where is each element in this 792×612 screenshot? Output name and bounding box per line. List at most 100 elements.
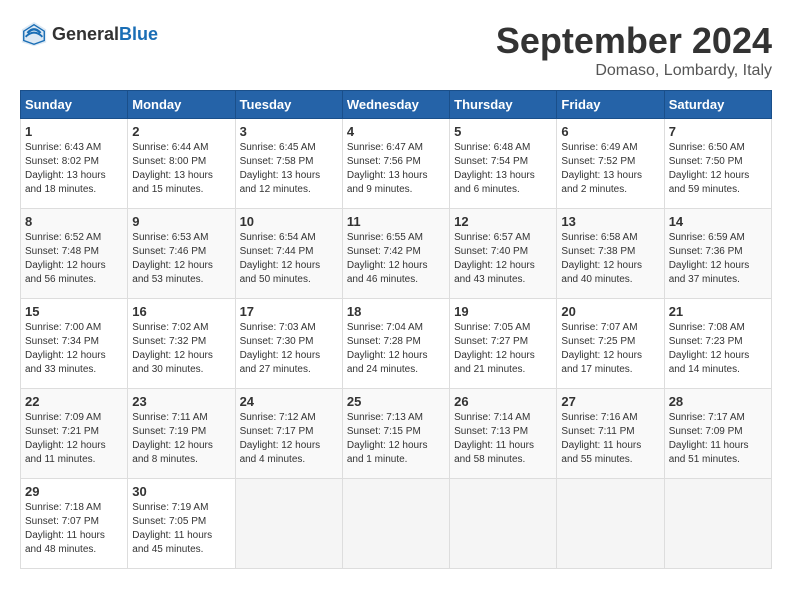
day-info: Sunrise: 7:11 AMSunset: 7:19 PMDaylight:… xyxy=(132,412,213,465)
day-number: 19 xyxy=(454,304,552,319)
day-info: Sunrise: 6:52 AMSunset: 7:48 PMDaylight:… xyxy=(25,232,106,285)
day-number: 15 xyxy=(25,304,123,319)
day-number: 29 xyxy=(25,484,123,499)
calendar-day: 27 Sunrise: 7:16 AMSunset: 7:11 PMDaylig… xyxy=(557,389,664,479)
day-info: Sunrise: 6:53 AMSunset: 7:46 PMDaylight:… xyxy=(132,232,213,285)
day-number: 5 xyxy=(454,124,552,139)
month-title: September 2024 xyxy=(496,20,772,62)
calendar-day: 9 Sunrise: 6:53 AMSunset: 7:46 PMDayligh… xyxy=(128,209,235,299)
header-wednesday: Wednesday xyxy=(342,91,449,119)
logo-blue: Blue xyxy=(119,24,158,44)
calendar-day: 15 Sunrise: 7:00 AMSunset: 7:34 PMDaylig… xyxy=(21,299,128,389)
day-number: 11 xyxy=(347,214,445,229)
calendar-day: 22 Sunrise: 7:09 AMSunset: 7:21 PMDaylig… xyxy=(21,389,128,479)
logo-wordmark: GeneralBlue xyxy=(52,24,158,45)
day-number: 13 xyxy=(561,214,659,229)
day-number: 8 xyxy=(25,214,123,229)
title-area: September 2024 Domaso, Lombardy, Italy xyxy=(496,20,772,80)
day-number: 10 xyxy=(240,214,338,229)
day-number: 3 xyxy=(240,124,338,139)
day-info: Sunrise: 7:03 AMSunset: 7:30 PMDaylight:… xyxy=(240,322,321,375)
location-title: Domaso, Lombardy, Italy xyxy=(496,62,772,80)
day-info: Sunrise: 7:14 AMSunset: 7:13 PMDaylight:… xyxy=(454,412,534,465)
calendar-day: 3 Sunrise: 6:45 AMSunset: 7:58 PMDayligh… xyxy=(235,119,342,209)
calendar-day: 13 Sunrise: 6:58 AMSunset: 7:38 PMDaylig… xyxy=(557,209,664,299)
day-number: 14 xyxy=(669,214,767,229)
calendar-day: 1 Sunrise: 6:43 AMSunset: 8:02 PMDayligh… xyxy=(21,119,128,209)
header-sunday: Sunday xyxy=(21,91,128,119)
calendar-row: 15 Sunrise: 7:00 AMSunset: 7:34 PMDaylig… xyxy=(21,299,772,389)
calendar-table: Sunday Monday Tuesday Wednesday Thursday… xyxy=(20,90,772,569)
day-info: Sunrise: 7:08 AMSunset: 7:23 PMDaylight:… xyxy=(669,322,750,375)
calendar-row: 29 Sunrise: 7:18 AMSunset: 7:07 PMDaylig… xyxy=(21,479,772,569)
day-number: 2 xyxy=(132,124,230,139)
weekday-header-row: Sunday Monday Tuesday Wednesday Thursday… xyxy=(21,91,772,119)
day-info: Sunrise: 7:13 AMSunset: 7:15 PMDaylight:… xyxy=(347,412,428,465)
day-info: Sunrise: 7:00 AMSunset: 7:34 PMDaylight:… xyxy=(25,322,106,375)
calendar-day: 10 Sunrise: 6:54 AMSunset: 7:44 PMDaylig… xyxy=(235,209,342,299)
day-number: 12 xyxy=(454,214,552,229)
day-info: Sunrise: 7:07 AMSunset: 7:25 PMDaylight:… xyxy=(561,322,642,375)
day-number: 6 xyxy=(561,124,659,139)
calendar-day-empty xyxy=(664,479,771,569)
calendar-day: 4 Sunrise: 6:47 AMSunset: 7:56 PMDayligh… xyxy=(342,119,449,209)
day-info: Sunrise: 7:05 AMSunset: 7:27 PMDaylight:… xyxy=(454,322,535,375)
header-tuesday: Tuesday xyxy=(235,91,342,119)
day-info: Sunrise: 6:57 AMSunset: 7:40 PMDaylight:… xyxy=(454,232,535,285)
day-info: Sunrise: 6:58 AMSunset: 7:38 PMDaylight:… xyxy=(561,232,642,285)
calendar-day: 16 Sunrise: 7:02 AMSunset: 7:32 PMDaylig… xyxy=(128,299,235,389)
day-number: 23 xyxy=(132,394,230,409)
calendar-day: 14 Sunrise: 6:59 AMSunset: 7:36 PMDaylig… xyxy=(664,209,771,299)
day-number: 4 xyxy=(347,124,445,139)
day-number: 27 xyxy=(561,394,659,409)
day-number: 26 xyxy=(454,394,552,409)
calendar-day: 7 Sunrise: 6:50 AMSunset: 7:50 PMDayligh… xyxy=(664,119,771,209)
day-number: 25 xyxy=(347,394,445,409)
calendar-day: 18 Sunrise: 7:04 AMSunset: 7:28 PMDaylig… xyxy=(342,299,449,389)
page-header: GeneralBlue September 2024 Domaso, Lomba… xyxy=(20,20,772,80)
day-info: Sunrise: 7:02 AMSunset: 7:32 PMDaylight:… xyxy=(132,322,213,375)
calendar-day: 11 Sunrise: 6:55 AMSunset: 7:42 PMDaylig… xyxy=(342,209,449,299)
day-info: Sunrise: 7:09 AMSunset: 7:21 PMDaylight:… xyxy=(25,412,106,465)
calendar-day: 26 Sunrise: 7:14 AMSunset: 7:13 PMDaylig… xyxy=(450,389,557,479)
day-info: Sunrise: 7:12 AMSunset: 7:17 PMDaylight:… xyxy=(240,412,321,465)
calendar-day: 28 Sunrise: 7:17 AMSunset: 7:09 PMDaylig… xyxy=(664,389,771,479)
day-number: 1 xyxy=(25,124,123,139)
logo-general: General xyxy=(52,24,119,44)
day-info: Sunrise: 6:44 AMSunset: 8:00 PMDaylight:… xyxy=(132,142,213,195)
calendar-day: 24 Sunrise: 7:12 AMSunset: 7:17 PMDaylig… xyxy=(235,389,342,479)
logo: GeneralBlue xyxy=(20,20,158,48)
day-info: Sunrise: 6:59 AMSunset: 7:36 PMDaylight:… xyxy=(669,232,750,285)
day-info: Sunrise: 7:16 AMSunset: 7:11 PMDaylight:… xyxy=(561,412,641,465)
header-saturday: Saturday xyxy=(664,91,771,119)
day-number: 20 xyxy=(561,304,659,319)
day-info: Sunrise: 6:43 AMSunset: 8:02 PMDaylight:… xyxy=(25,142,106,195)
day-info: Sunrise: 6:45 AMSunset: 7:58 PMDaylight:… xyxy=(240,142,321,195)
calendar-row: 22 Sunrise: 7:09 AMSunset: 7:21 PMDaylig… xyxy=(21,389,772,479)
header-friday: Friday xyxy=(557,91,664,119)
calendar-day: 6 Sunrise: 6:49 AMSunset: 7:52 PMDayligh… xyxy=(557,119,664,209)
day-info: Sunrise: 6:55 AMSunset: 7:42 PMDaylight:… xyxy=(347,232,428,285)
day-number: 21 xyxy=(669,304,767,319)
calendar-day-empty xyxy=(235,479,342,569)
header-thursday: Thursday xyxy=(450,91,557,119)
day-number: 7 xyxy=(669,124,767,139)
calendar-day: 17 Sunrise: 7:03 AMSunset: 7:30 PMDaylig… xyxy=(235,299,342,389)
day-info: Sunrise: 6:54 AMSunset: 7:44 PMDaylight:… xyxy=(240,232,321,285)
header-monday: Monday xyxy=(128,91,235,119)
day-info: Sunrise: 7:19 AMSunset: 7:05 PMDaylight:… xyxy=(132,502,212,555)
calendar-day: 23 Sunrise: 7:11 AMSunset: 7:19 PMDaylig… xyxy=(128,389,235,479)
day-info: Sunrise: 7:17 AMSunset: 7:09 PMDaylight:… xyxy=(669,412,749,465)
logo-icon xyxy=(20,20,48,48)
calendar-day: 29 Sunrise: 7:18 AMSunset: 7:07 PMDaylig… xyxy=(21,479,128,569)
day-number: 24 xyxy=(240,394,338,409)
calendar-day: 5 Sunrise: 6:48 AMSunset: 7:54 PMDayligh… xyxy=(450,119,557,209)
day-number: 22 xyxy=(25,394,123,409)
day-info: Sunrise: 6:50 AMSunset: 7:50 PMDaylight:… xyxy=(669,142,750,195)
calendar-row: 8 Sunrise: 6:52 AMSunset: 7:48 PMDayligh… xyxy=(21,209,772,299)
day-number: 16 xyxy=(132,304,230,319)
calendar-day: 30 Sunrise: 7:19 AMSunset: 7:05 PMDaylig… xyxy=(128,479,235,569)
calendar-day-empty xyxy=(342,479,449,569)
calendar-day-empty xyxy=(557,479,664,569)
calendar-day: 20 Sunrise: 7:07 AMSunset: 7:25 PMDaylig… xyxy=(557,299,664,389)
